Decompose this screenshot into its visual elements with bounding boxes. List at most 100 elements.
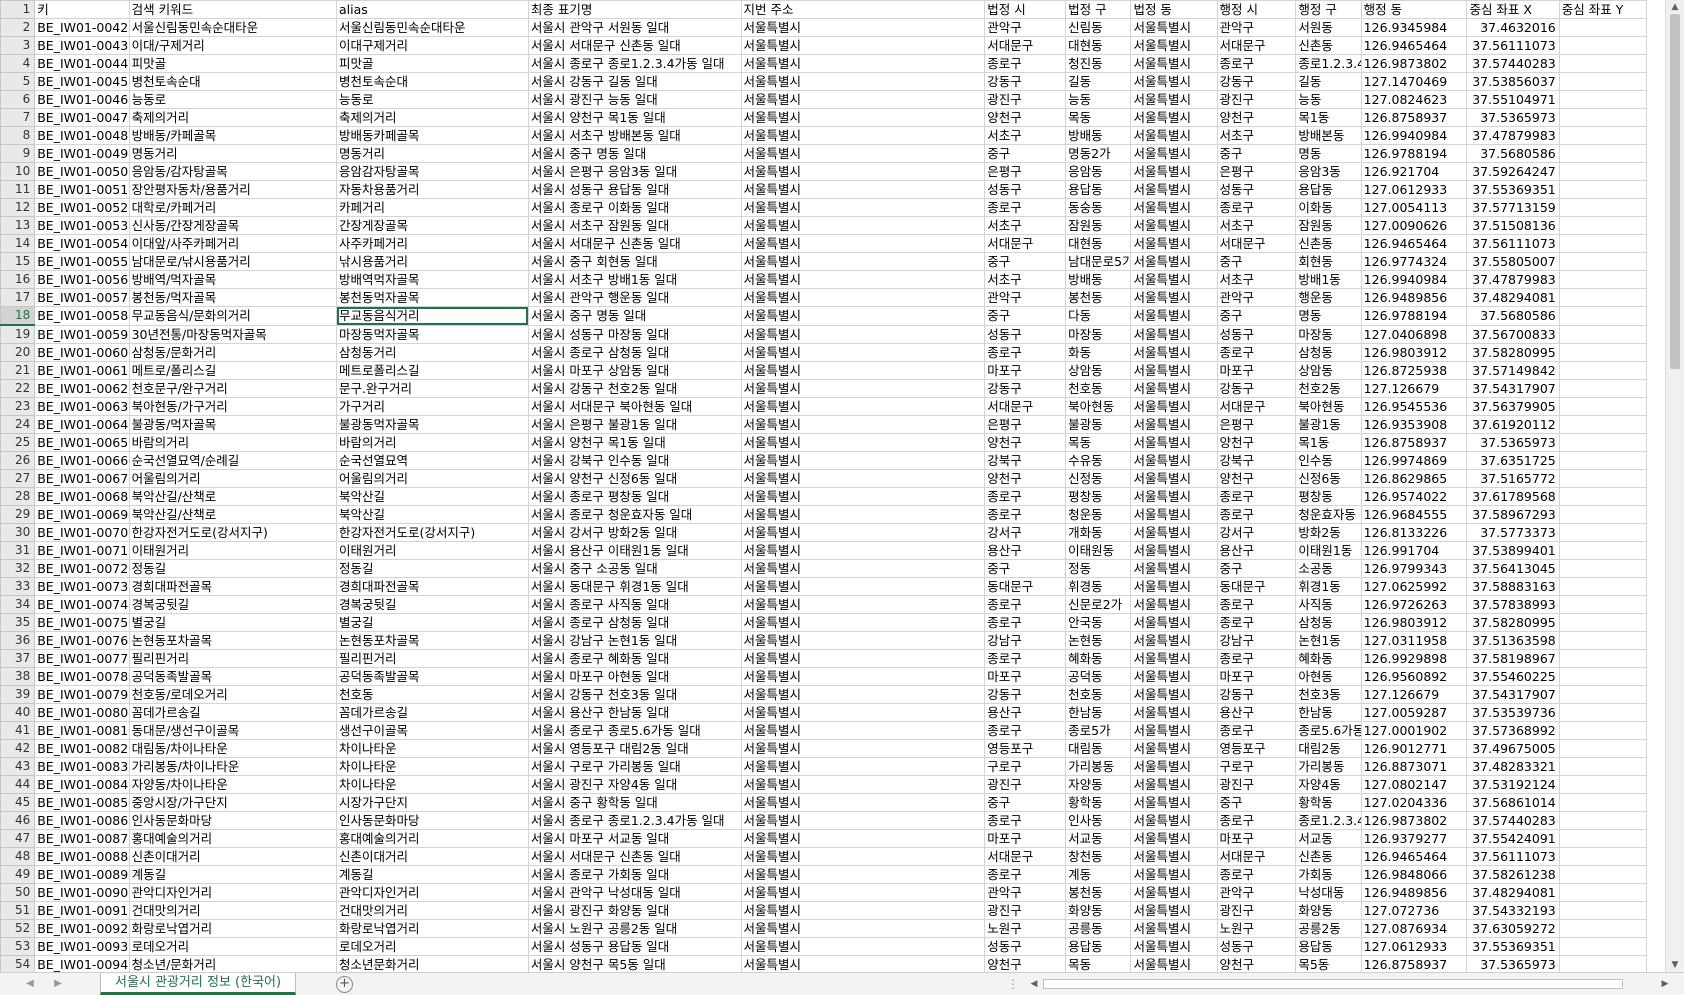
cell-coord-x[interactable]: 37.57440283: [1466, 54, 1560, 73]
cell-coord-x[interactable]: 37.57713159: [1466, 198, 1560, 217]
table-cell[interactable]: 은평구: [1216, 415, 1297, 434]
table-cell[interactable]: 서울시 마포구 상암동 일대: [527, 361, 742, 380]
table-cell[interactable]: 바람의거리: [128, 433, 338, 452]
table-cell[interactable]: 카페거리: [336, 198, 529, 217]
table-cell[interactable]: 서울특별시: [1130, 18, 1218, 37]
table-cell[interactable]: 서울특별시: [1130, 757, 1218, 776]
table-cell[interactable]: 서울시 서대문구 신촌동 일대: [527, 847, 742, 866]
table-cell[interactable]: 서울특별시: [740, 144, 986, 163]
table-cell[interactable]: 서울특별시: [740, 523, 986, 542]
table-cell[interactable]: 종로구: [1216, 487, 1297, 506]
table-cell[interactable]: 강동구: [1216, 379, 1297, 398]
table-cell[interactable]: 서울시 종로구 혜화동 일대: [527, 649, 742, 668]
table-cell[interactable]: BE_IW01-0074: [34, 595, 130, 614]
table-cell[interactable]: 서울시 광진구 능동 일대: [527, 90, 742, 109]
table-cell[interactable]: 낚시용품거리: [336, 252, 529, 271]
cell-coord-y[interactable]: [1558, 559, 1648, 578]
sheet-tab-active[interactable]: 서울시 관광거리 정보 (한국어): [100, 973, 297, 995]
table-cell[interactable]: 종로구: [984, 613, 1067, 632]
table-cell[interactable]: 인사동문화마당: [128, 811, 338, 830]
cell-coord-y[interactable]: [1558, 739, 1648, 758]
table-cell[interactable]: 126.9873802: [1360, 54, 1468, 73]
row-header[interactable]: 54: [0, 955, 36, 972]
table-cell[interactable]: 한강자전거도로(강서지구): [128, 523, 338, 542]
table-cell[interactable]: 대학로/카페거리: [128, 198, 338, 217]
table-cell[interactable]: 홍대예술의거리: [128, 829, 338, 848]
table-cell[interactable]: 서원동: [1295, 18, 1362, 37]
table-cell[interactable]: 병천토속순대: [128, 72, 338, 91]
row-header[interactable]: 13: [0, 216, 36, 235]
table-cell[interactable]: 정동: [1065, 559, 1132, 578]
table-cell[interactable]: 강동구: [984, 72, 1067, 91]
table-cell[interactable]: 서울시 서대문구 신촌동 일대: [527, 234, 742, 253]
row-header[interactable]: 43: [0, 757, 36, 776]
table-cell[interactable]: 목동: [1065, 108, 1132, 127]
table-cell[interactable]: 서울특별시: [1130, 505, 1218, 524]
header-cell[interactable]: 최종 표기명: [527, 0, 742, 19]
table-cell[interactable]: 서울특별시: [1130, 487, 1218, 506]
table-cell[interactable]: BE_IW01-0056: [34, 270, 130, 289]
table-cell[interactable]: 종로구: [984, 198, 1067, 217]
table-cell[interactable]: 상암동: [1065, 361, 1132, 380]
table-cell[interactable]: 127.0612933: [1360, 180, 1468, 199]
table-cell[interactable]: 서울시 종로구 삼청동 일대: [527, 613, 742, 632]
table-cell[interactable]: 종로구: [1216, 649, 1297, 668]
table-cell[interactable]: 영등포구: [1216, 739, 1297, 758]
table-cell[interactable]: 건대맛의거리: [128, 901, 338, 920]
row-header[interactable]: 42: [0, 739, 36, 758]
table-cell[interactable]: 서울특별시: [740, 793, 986, 812]
table-cell[interactable]: 126.9465464: [1360, 234, 1468, 253]
table-cell[interactable]: 서울특별시: [740, 649, 986, 668]
table-cell[interactable]: 차이나타운: [336, 757, 529, 776]
table-cell[interactable]: 순국선열묘역/순례길: [128, 451, 338, 470]
table-cell[interactable]: BE_IW01-0070: [34, 523, 130, 542]
table-cell[interactable]: 중구: [1216, 793, 1297, 812]
table-cell[interactable]: 종로구: [1216, 595, 1297, 614]
table-cell[interactable]: 종로구: [984, 811, 1067, 830]
cell-coord-y[interactable]: [1558, 955, 1648, 972]
table-cell[interactable]: BE_IW01-0082: [34, 739, 130, 758]
table-cell[interactable]: 광진구: [984, 901, 1067, 920]
table-cell[interactable]: 명동2가: [1065, 144, 1132, 163]
table-cell[interactable]: 서울시 서초구 잠원동 일대: [527, 216, 742, 235]
table-cell[interactable]: 서울특별시: [740, 162, 986, 181]
table-cell[interactable]: 127.0059287: [1360, 703, 1468, 722]
table-cell[interactable]: 30년전통/마장동먹자골목: [128, 324, 338, 344]
table-cell[interactable]: 관악구: [984, 18, 1067, 37]
table-cell[interactable]: 126.9788194: [1360, 306, 1468, 326]
table-cell[interactable]: 종로5.6가동: [1295, 721, 1362, 740]
cell-coord-x[interactable]: 37.5165772: [1466, 469, 1560, 488]
table-cell[interactable]: 자양동: [1065, 775, 1132, 794]
table-cell[interactable]: BE_IW01-0045: [34, 72, 130, 91]
header-cell[interactable]: alias: [336, 0, 529, 19]
table-cell[interactable]: BE_IW01-0043: [34, 36, 130, 55]
table-cell[interactable]: BE_IW01-0068: [34, 487, 130, 506]
table-cell[interactable]: 서대문구: [984, 397, 1067, 416]
table-cell[interactable]: 서울시 노원구 공릉2동 일대: [527, 919, 742, 938]
table-cell[interactable]: 소공동: [1295, 559, 1362, 578]
table-cell[interactable]: 종로구: [984, 649, 1067, 668]
table-cell[interactable]: 서울특별시: [740, 919, 986, 938]
table-cell[interactable]: 혜화동: [1295, 649, 1362, 668]
table-cell[interactable]: 서울특별시: [740, 811, 986, 830]
table-cell[interactable]: 서울특별시: [740, 685, 986, 704]
row-header[interactable]: 40: [0, 703, 36, 722]
table-cell[interactable]: 마장동: [1065, 324, 1132, 344]
table-cell[interactable]: 생선구이골목: [336, 721, 529, 740]
table-cell[interactable]: 축제의거리: [336, 108, 529, 127]
cell-coord-y[interactable]: [1558, 793, 1648, 812]
cell-coord-y[interactable]: [1558, 883, 1648, 902]
table-cell[interactable]: 126.9940984: [1360, 270, 1468, 289]
table-cell[interactable]: 서울특별시: [1130, 937, 1218, 956]
cell-coord-x[interactable]: 37.4632016: [1466, 18, 1560, 37]
table-cell[interactable]: 강북구: [984, 451, 1067, 470]
table-cell[interactable]: 양천구: [1216, 433, 1297, 452]
row-header[interactable]: 21: [0, 361, 36, 380]
table-cell[interactable]: 강남구: [984, 631, 1067, 650]
table-cell[interactable]: 수유동: [1065, 451, 1132, 470]
table-cell[interactable]: 강서구: [984, 523, 1067, 542]
table-cell[interactable]: 양천구: [984, 433, 1067, 452]
row-header[interactable]: 51: [0, 901, 36, 920]
table-cell[interactable]: BE_IW01-0050: [34, 162, 130, 181]
table-cell[interactable]: 종로구: [1216, 505, 1297, 524]
